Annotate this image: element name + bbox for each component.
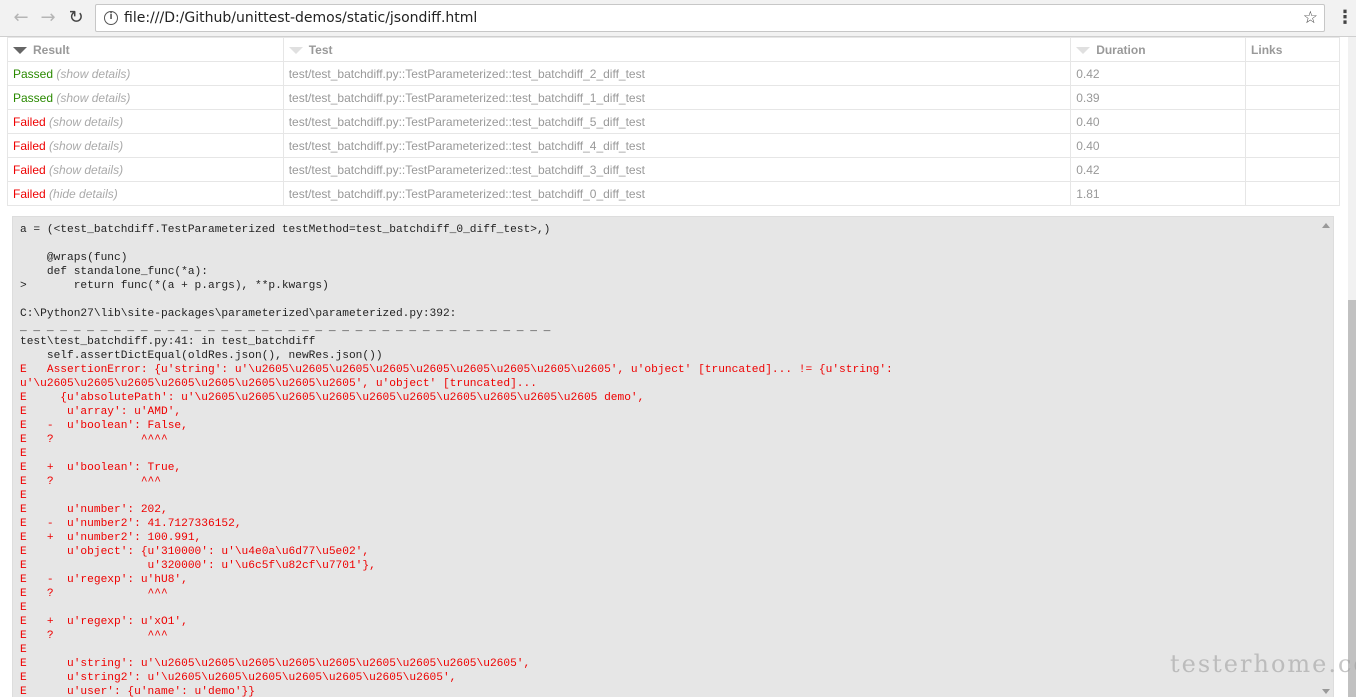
duration-column-header[interactable]: Duration xyxy=(1070,37,1247,62)
status-label: Passed xyxy=(13,90,54,105)
result-cell: Failed (show details) xyxy=(7,109,284,134)
test-name-cell: test/test_batchdiff.py::TestParameterize… xyxy=(282,181,1072,206)
address-bar[interactable]: i file:///D:/Github/unittest-demos/stati… xyxy=(95,4,1325,32)
table-row[interactable]: Failed (show details) test/test_batchdif… xyxy=(7,109,1340,134)
browser-toolbar: ← → ↻ i file:///D:/Github/unittest-demos… xyxy=(0,0,1356,37)
test-name-cell: test/test_batchdiff.py::TestParameterize… xyxy=(282,157,1072,182)
toggle-details-link[interactable]: (show details) xyxy=(56,67,130,81)
test-name-cell: test/test_batchdiff.py::TestParameterize… xyxy=(282,133,1072,158)
scroll-down-icon[interactable] xyxy=(1322,689,1330,694)
sort-icon xyxy=(1076,46,1091,54)
links-cell xyxy=(1245,109,1340,134)
sort-icon xyxy=(288,46,303,54)
log-assertion-error-text: E AssertionError: {u'string': u'\u2605\u… xyxy=(20,364,893,697)
failure-log-panel[interactable]: a = (<test_batchdiff.TestParameterized t… xyxy=(12,216,1334,697)
toggle-details-link[interactable]: (show details) xyxy=(49,115,123,129)
duration-cell: 0.42 xyxy=(1070,61,1247,86)
status-label: Failed xyxy=(13,162,46,177)
page-scrollbar-thumb[interactable] xyxy=(1348,300,1356,697)
links-column-header: Links xyxy=(1245,37,1340,62)
sort-desc-icon xyxy=(13,46,27,54)
back-arrow-icon[interactable]: ← xyxy=(11,8,31,28)
test-column-header[interactable]: Test xyxy=(282,37,1072,62)
result-header-label: Result xyxy=(33,42,70,57)
result-cell: Passed (show details) xyxy=(7,85,284,110)
links-cell xyxy=(1245,85,1340,110)
toggle-details-link[interactable]: (show details) xyxy=(56,91,130,105)
toggle-details-link[interactable]: (hide details) xyxy=(49,187,118,201)
table-row[interactable]: Failed (show details) test/test_batchdif… xyxy=(7,133,1340,158)
log-scrollbar[interactable] xyxy=(1319,217,1333,697)
status-label: Passed xyxy=(13,66,54,81)
url-text[interactable]: file:///D:/Github/unittest-demos/static/… xyxy=(124,10,477,26)
duration-cell: 0.40 xyxy=(1070,109,1247,134)
log-traceback-text: a = (<test_batchdiff.TestParameterized t… xyxy=(20,224,551,362)
result-column-header[interactable]: Result xyxy=(7,37,284,62)
result-cell: Passed (show details) xyxy=(7,61,284,86)
page-content: Result Test Duration Links Passed (show … xyxy=(0,37,1348,697)
table-row[interactable]: Passed (show details) test/test_batchdif… xyxy=(7,85,1340,110)
status-label: Failed xyxy=(13,138,46,153)
star-icon[interactable]: ☆ xyxy=(1303,8,1318,28)
toggle-details-link[interactable]: (show details) xyxy=(49,139,123,153)
test-header-label: Test xyxy=(308,42,333,57)
duration-cell: 0.39 xyxy=(1070,85,1247,110)
results-table: Result Test Duration Links Passed (show … xyxy=(7,37,1340,206)
result-cell: Failed (show details) xyxy=(7,157,284,182)
forward-arrow-icon[interactable]: → xyxy=(38,8,58,28)
links-cell xyxy=(1245,133,1340,158)
result-cell: Failed (show details) xyxy=(7,133,284,158)
links-cell xyxy=(1245,61,1340,86)
duration-header-label: Duration xyxy=(1096,42,1146,57)
table-row[interactable]: Passed (show details) test/test_batchdif… xyxy=(7,61,1340,86)
result-cell: Failed (hide details) xyxy=(7,181,284,206)
test-name-cell: test/test_batchdiff.py::TestParameterize… xyxy=(282,61,1072,86)
duration-cell: 0.40 xyxy=(1070,133,1247,158)
links-cell xyxy=(1245,157,1340,182)
test-name-cell: test/test_batchdiff.py::TestParameterize… xyxy=(282,85,1072,110)
duration-cell: 1.81 xyxy=(1070,181,1247,206)
status-label: Failed xyxy=(13,186,46,201)
status-label: Failed xyxy=(13,114,46,129)
header-row: Result Test Duration Links xyxy=(7,37,1340,62)
table-row[interactable]: Failed (show details) test/test_batchdif… xyxy=(7,157,1340,182)
info-icon[interactable]: i xyxy=(104,11,118,25)
links-cell xyxy=(1245,181,1340,206)
links-header-label: Links xyxy=(1251,42,1283,57)
duration-cell: 0.42 xyxy=(1070,157,1247,182)
test-name-cell: test/test_batchdiff.py::TestParameterize… xyxy=(282,109,1072,134)
watermark-text: testerhome.com xyxy=(1170,650,1356,678)
toggle-details-link[interactable]: (show details) xyxy=(49,163,123,177)
table-row[interactable]: Failed (hide details) test/test_batchdif… xyxy=(7,181,1340,206)
menu-dots-icon[interactable]: ⋮ xyxy=(1336,8,1354,28)
reload-icon[interactable]: ↻ xyxy=(66,8,86,28)
page-scrollbar[interactable] xyxy=(1348,37,1356,697)
scroll-up-icon[interactable] xyxy=(1322,223,1330,228)
